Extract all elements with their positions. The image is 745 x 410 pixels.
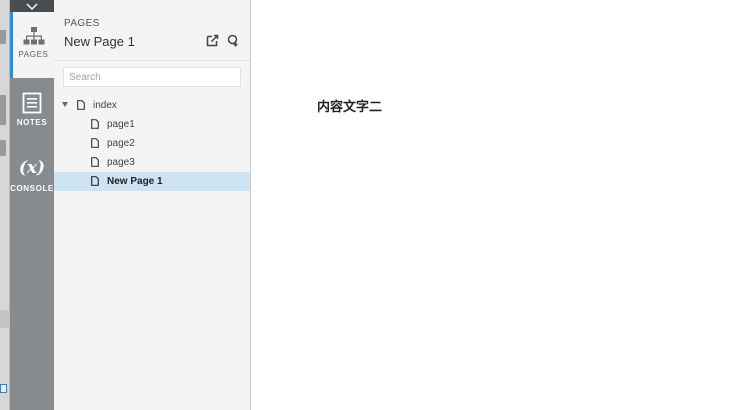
host-mark (0, 30, 6, 44)
rail-tab-notes[interactable]: NOTES (10, 78, 54, 144)
page-icon (91, 119, 99, 129)
tree-item-label: index (93, 100, 117, 111)
panel-caption: PAGES (64, 18, 100, 29)
panel-actions (206, 34, 240, 47)
tree-item-page[interactable]: page2 (54, 134, 250, 153)
rail-tab-notes-label: NOTES (16, 118, 48, 127)
tree-item-label: page3 (107, 157, 135, 168)
pages-panel: PAGES New Page 1 Search index page1 page… (54, 0, 251, 410)
host-tiny-button[interactable] (0, 384, 7, 393)
notes-icon (22, 92, 42, 114)
host-mark (0, 140, 6, 156)
tree-item-label: page1 (107, 119, 135, 130)
rail-tab-console[interactable]: (x) CONSOLE (10, 144, 54, 210)
rail-tab-pages-label: PAGES (18, 50, 49, 59)
add-folder-icon[interactable] (227, 34, 240, 47)
rail-tab-console-label: CONSOLE (10, 184, 54, 193)
variable-icon: (x) (18, 158, 46, 178)
tree-item-page[interactable]: page3 (54, 153, 250, 172)
page-tree: index page1 page2 page3 New Page 1 (54, 96, 250, 191)
collapse-button[interactable] (10, 0, 54, 12)
host-scroll-grip[interactable] (0, 310, 10, 328)
panel-header: PAGES New Page 1 (64, 18, 242, 49)
chevron-down-icon (26, 3, 38, 10)
rail-tab-pages[interactable]: PAGES (10, 12, 54, 78)
tree-item-label: New Page 1 (107, 176, 163, 187)
host-window-strip (0, 0, 10, 410)
tree-item-page-selected[interactable]: New Page 1 (54, 172, 250, 191)
add-page-icon[interactable] (206, 34, 219, 47)
page-icon (91, 157, 99, 167)
page-icon (77, 100, 85, 110)
sitemap-icon (23, 27, 44, 45)
host-mark (0, 95, 6, 125)
tree-item-label: page2 (107, 138, 135, 149)
page-icon (91, 138, 99, 148)
page-icon (91, 176, 99, 186)
expand-caret-icon[interactable] (62, 102, 68, 107)
search-input[interactable] (63, 67, 241, 87)
tree-item-page[interactable]: page1 (54, 115, 250, 134)
canvas-text-widget[interactable]: 内容文字二 (317, 96, 382, 115)
panel-divider (54, 60, 250, 61)
tree-item-index[interactable]: index (54, 96, 250, 115)
nav-rail: PAGES NOTES (x) CONSOLE (10, 0, 54, 410)
